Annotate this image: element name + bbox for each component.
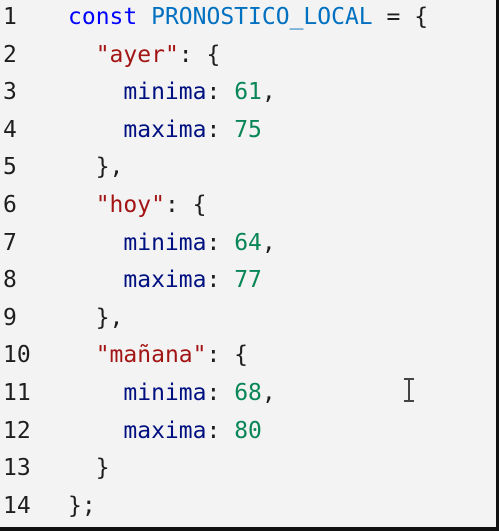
- code-line[interactable]: 3 minima: 61,: [0, 79, 496, 115]
- line-code: },: [68, 154, 124, 181]
- code-token: ,: [261, 229, 276, 256]
- code-token: = {: [372, 4, 429, 30]
- code-token: 68: [234, 380, 262, 406]
- code-token: }: [68, 455, 110, 482]
- line-code: "hoy": {: [68, 192, 207, 218]
- code-token: "hoy": [95, 192, 165, 218]
- code-token: : {: [178, 41, 221, 68]
- line-code: maxima: 80: [68, 418, 262, 444]
- code-token: 64: [234, 229, 262, 256]
- code-token: :: [206, 229, 235, 256]
- line-number: 5: [3, 154, 17, 181]
- code-token: "mañana": [95, 342, 207, 369]
- line-number: 14: [3, 492, 31, 519]
- code-editor[interactable]: 1 const PRONOSTICO_LOCAL = {2 "ayer": {3 …: [0, 0, 496, 527]
- line-number: 7: [3, 229, 17, 256]
- code-line[interactable]: 1 const PRONOSTICO_LOCAL = {: [0, 4, 496, 40]
- code-token: 75: [234, 116, 262, 143]
- code-token: :: [206, 380, 235, 406]
- line-number: 6: [3, 192, 17, 218]
- code-token: : {: [164, 192, 207, 218]
- line-code: minima: 61,: [68, 79, 276, 106]
- line-number: 3: [3, 79, 17, 106]
- code-token: };: [68, 492, 96, 519]
- code-token: minima: [68, 79, 207, 106]
- code-token: :: [206, 267, 235, 294]
- code-line[interactable]: 11 minima: 68,: [0, 380, 496, 416]
- code-line[interactable]: 13 }: [0, 455, 496, 491]
- code-line[interactable]: 8 maxima: 77: [0, 267, 496, 303]
- code-token: "ayer": [95, 41, 179, 68]
- code-line[interactable]: 7 minima: 64,: [0, 230, 496, 266]
- line-code: }: [68, 455, 110, 481]
- line-code: minima: 64,: [68, 229, 276, 256]
- line-code: maxima: 77: [68, 267, 262, 293]
- line-code: const PRONOSTICO_LOCAL = {: [68, 4, 428, 30]
- code-token: 61: [234, 79, 262, 106]
- code-token: maxima: [68, 116, 207, 143]
- code-line[interactable]: 12 maxima: 80: [0, 418, 496, 454]
- code-line[interactable]: 2 "ayer": {: [0, 42, 496, 78]
- line-code: minima: 68,: [68, 380, 276, 406]
- line-code: },: [68, 304, 124, 331]
- text-cursor-icon: [402, 378, 416, 404]
- line-code: maxima: 75: [68, 117, 262, 143]
- code-token: 80: [234, 417, 262, 444]
- code-token: ,: [261, 380, 276, 406]
- line-code: "mañana": {: [68, 342, 248, 368]
- code-token: ,: [261, 79, 276, 106]
- code-line[interactable]: 9 },: [0, 305, 496, 341]
- code-token: :: [206, 79, 235, 106]
- code-line[interactable]: 4 maxima: 75: [0, 117, 496, 153]
- line-number: 12: [3, 417, 31, 444]
- line-number: 4: [3, 116, 17, 143]
- line-number: 13: [3, 455, 31, 482]
- code-line[interactable]: 6 "hoy": {: [0, 192, 496, 228]
- line-code: };: [68, 493, 96, 519]
- code-token: 77: [234, 267, 262, 294]
- line-number: 1: [3, 4, 17, 30]
- code-token: minima: [68, 229, 207, 256]
- line-number: 8: [3, 267, 17, 294]
- code-token: },: [68, 304, 124, 331]
- code-token: :: [206, 116, 235, 143]
- code-token: const: [68, 4, 152, 30]
- code-token: PRONOSTICO_LOCAL: [151, 4, 373, 30]
- editor-frame: 1 const PRONOSTICO_LOCAL = {2 "ayer": {3 …: [0, 0, 499, 531]
- line-number: 11: [3, 380, 31, 406]
- line-number: 9: [3, 304, 17, 331]
- line-code: "ayer": {: [68, 41, 221, 68]
- code-token: },: [68, 154, 124, 181]
- line-number: 10: [3, 342, 31, 369]
- code-token: maxima: [68, 417, 207, 444]
- code-token: :: [206, 417, 235, 444]
- line-number: 2: [3, 41, 17, 68]
- code-token: : {: [206, 342, 249, 369]
- code-line[interactable]: 14};: [0, 493, 496, 529]
- code-line[interactable]: 10 "mañana": {: [0, 342, 496, 378]
- code-token: maxima: [68, 267, 207, 294]
- code-token: minima: [68, 380, 207, 406]
- code-line[interactable]: 5 },: [0, 154, 496, 190]
